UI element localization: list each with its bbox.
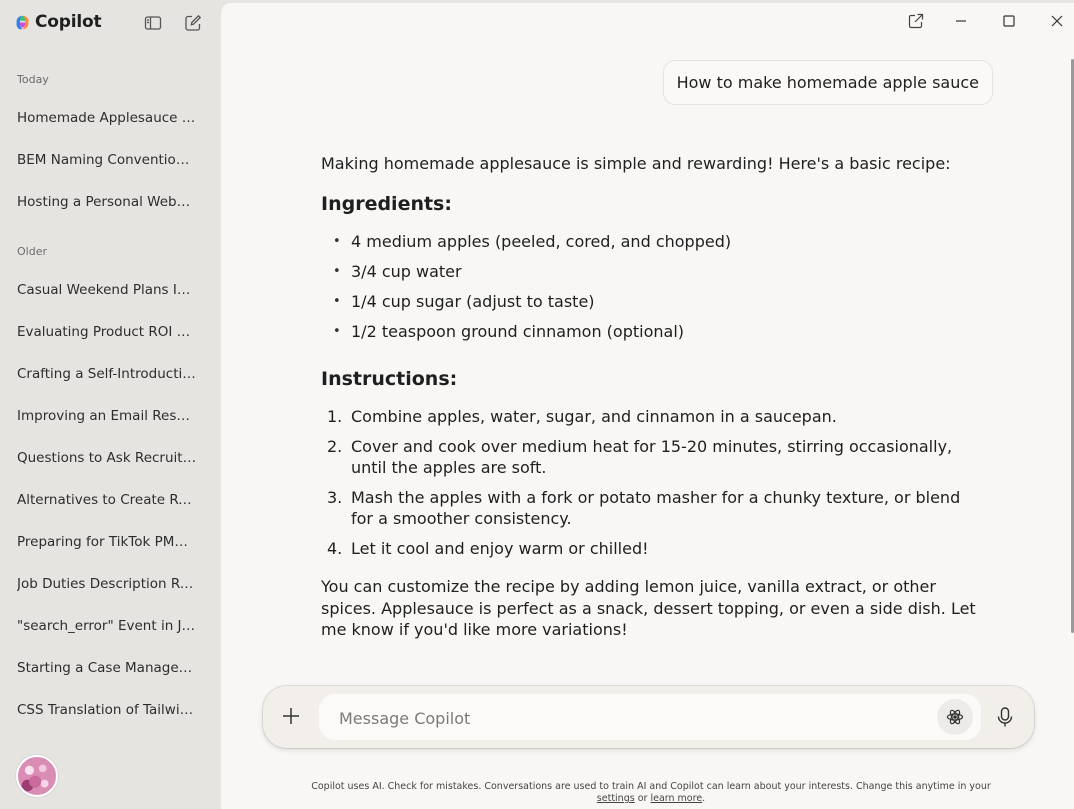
plus-icon[interactable] xyxy=(281,706,301,726)
response-intro: Making homemade applesauce is simple and… xyxy=(321,154,951,173)
message-composer xyxy=(263,686,1034,748)
brand: Copilot xyxy=(14,12,102,32)
response-outro: You can customize the recipe by adding l… xyxy=(321,577,976,639)
popout-icon[interactable] xyxy=(908,13,924,29)
step-number: 4. xyxy=(327,539,343,558)
settings-link[interactable]: settings xyxy=(597,793,635,804)
list-item: 2. Cover and cook over medium heat for 1… xyxy=(321,436,981,478)
list-item: 4 medium apples (peeled, cored, and chop… xyxy=(321,231,981,252)
instructions-list: 1. Combine apples, water, sugar, and cin… xyxy=(321,406,981,559)
conversation-item[interactable]: Starting a Case Managem... xyxy=(17,660,197,680)
user-message: How to make homemade apple sauce xyxy=(662,60,993,105)
list-item: 3/4 cup water xyxy=(321,261,981,282)
maximize-icon[interactable] xyxy=(1001,13,1017,29)
conversation-item[interactable]: Evaluating Product ROI M... xyxy=(17,324,197,344)
message-input-container xyxy=(319,694,981,740)
list-item: 1/2 teaspoon ground cinnamon (optional) xyxy=(321,321,981,342)
ingredients-list: 4 medium apples (peeled, cored, and chop… xyxy=(321,231,981,342)
sidebar-toggle-icon[interactable] xyxy=(144,14,162,32)
conversation-item[interactable]: Hosting a Personal Websit... xyxy=(17,194,197,214)
conversation-item[interactable]: Crafting a Self-Introduction xyxy=(17,366,197,386)
list-item: 1/4 cup sugar (adjust to taste) xyxy=(321,291,981,312)
disclaimer: Copilot uses AI. Check for mistakes. Con… xyxy=(301,781,1001,805)
microphone-icon[interactable] xyxy=(994,706,1016,728)
ingredients-heading: Ingredients: xyxy=(321,193,452,215)
step-number: 3. xyxy=(327,488,343,507)
copilot-window: Copilot Today Homemade Applesauce R... B… xyxy=(0,0,1074,809)
conversation-item[interactable]: Questions to Ask Recruiter... xyxy=(17,450,197,470)
step-number: 1. xyxy=(327,407,343,426)
step-text: Mash the apples with a fork or potato ma… xyxy=(351,488,961,528)
conversation-item[interactable]: "search_error" Event in Ja... xyxy=(17,618,197,638)
instructions-heading: Instructions: xyxy=(321,368,458,390)
conversation-item[interactable]: Job Duties Description Re... xyxy=(17,576,197,596)
close-icon[interactable] xyxy=(1049,13,1065,29)
conversation-item[interactable]: Improving an Email Respo... xyxy=(17,408,197,428)
copilot-logo-icon xyxy=(16,15,29,29)
new-chat-icon[interactable] xyxy=(184,14,202,32)
disclaimer-end: . xyxy=(702,793,706,804)
step-text: Combine apples, water, sugar, and cinnam… xyxy=(351,407,837,426)
section-label-older: Older xyxy=(17,245,47,258)
message-input[interactable] xyxy=(339,706,919,730)
step-text: Let it cool and enjoy warm or chilled! xyxy=(351,539,649,558)
conversation-item[interactable]: Preparing for TikTok PMO... xyxy=(17,534,197,554)
assistant-response: Making homemade applesauce is simple and… xyxy=(321,153,981,641)
conversation-item[interactable]: Homemade Applesauce R... xyxy=(17,110,197,130)
conversation-item[interactable]: CSS Translation of Tailwind... xyxy=(17,702,197,722)
list-item: 4. Let it cool and enjoy warm or chilled… xyxy=(321,538,981,559)
minimize-icon[interactable] xyxy=(953,13,969,29)
list-item: 1. Combine apples, water, sugar, and cin… xyxy=(321,406,981,427)
step-text: Cover and cook over medium heat for 15-2… xyxy=(351,437,953,477)
section-label-today: Today xyxy=(17,73,49,86)
step-number: 2. xyxy=(327,437,343,456)
avatar[interactable] xyxy=(16,755,58,797)
conversation-item[interactable]: BEM Naming Convention... xyxy=(17,152,197,172)
learn-more-link[interactable]: learn more xyxy=(650,793,702,804)
conversation-item[interactable]: Casual Weekend Plans Inq... xyxy=(17,282,197,302)
chat-area: How to make homemade apple sauce Making … xyxy=(221,3,1074,809)
disclaimer-text: Copilot uses AI. Check for mistakes. Con… xyxy=(311,781,991,792)
brand-name: Copilot xyxy=(35,12,102,32)
think-deeper-icon xyxy=(946,709,964,725)
list-item: 3. Mash the apples with a fork or potato… xyxy=(321,487,981,529)
disclaimer-or: or xyxy=(637,793,648,804)
sidebar: Copilot Today Homemade Applesauce R... B… xyxy=(0,0,221,809)
conversation-item[interactable]: Alternatives to Create Rea... xyxy=(17,492,197,512)
think-deeper-button[interactable] xyxy=(937,699,973,735)
